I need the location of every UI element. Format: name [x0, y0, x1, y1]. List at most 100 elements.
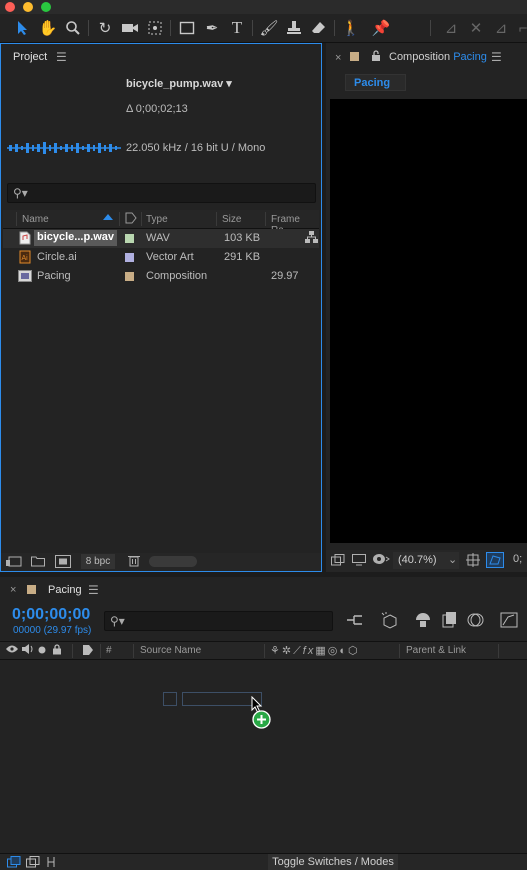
size-column-header[interactable]: Size: [222, 214, 241, 225]
window-title-bar: [0, 0, 527, 14]
magnification-ratio-dropdown[interactable]: (40.7%) ⌄: [393, 552, 459, 569]
brush-tool-icon[interactable]: 🖌: [258, 17, 280, 39]
parent-link-header[interactable]: Parent & Link: [406, 645, 466, 656]
project-item-row[interactable]: Ai Circle.ai Vector Art 291 KB: [3, 248, 319, 267]
zoom-window-button[interactable]: [41, 2, 51, 12]
selected-file-duration: Δ 0;00;02;13: [126, 103, 188, 115]
label-color-swatch[interactable]: [125, 272, 134, 281]
snapping-icon[interactable]: ⌐: [512, 17, 527, 39]
sort-ascending-icon[interactable]: [103, 214, 113, 220]
thumbnail-size-slider[interactable]: [149, 556, 197, 567]
current-time-display[interactable]: 0;00;00;00: [12, 606, 90, 624]
project-item-size: 291 KB: [224, 251, 261, 263]
lock-icon[interactable]: [371, 50, 381, 62]
transfer-controls-icon[interactable]: [26, 856, 40, 868]
mask-visibility-icon[interactable]: [372, 553, 390, 565]
audio-waveform-thumbnail: [7, 141, 121, 155]
roto-brush-tool-icon[interactable]: 🚶: [340, 17, 362, 39]
layer-switches-toggle-icon[interactable]: [7, 856, 21, 868]
zoom-tool-icon[interactable]: [62, 17, 84, 39]
shy-layers-icon[interactable]: [414, 612, 432, 628]
project-item-row[interactable]: bicycle...p.wav WAV 103 KB: [3, 229, 319, 248]
label-column-tag-icon[interactable]: [125, 212, 137, 224]
toggle-mask-path-icon[interactable]: [486, 552, 504, 568]
project-panel: [0, 43, 322, 572]
project-color-depth-button[interactable]: 8 bpc: [81, 554, 115, 569]
puppet-pin-tool-icon[interactable]: 📌: [370, 17, 392, 39]
dependency-flowchart-icon[interactable]: [305, 231, 318, 244]
drop-target-placeholder: [163, 692, 177, 706]
in-out-duration-icon[interactable]: [45, 856, 57, 868]
composition-name-tab[interactable]: Pacing: [345, 74, 406, 91]
eraser-tool-icon[interactable]: [308, 17, 330, 39]
grid-guide-icon[interactable]: [466, 553, 480, 567]
close-timeline-tab-icon[interactable]: ×: [10, 584, 16, 596]
add-badge-icon: [252, 710, 271, 729]
type-tool-icon[interactable]: T: [226, 17, 248, 39]
axis-world-icon[interactable]: ✕: [465, 17, 487, 39]
delete-trash-icon[interactable]: [128, 554, 140, 567]
project-tab-label[interactable]: Project: [13, 51, 47, 63]
project-item-row[interactable]: Pacing Composition 29.97: [3, 267, 319, 286]
motion-blur-icon[interactable]: [467, 612, 485, 628]
tools-toolbar: ✋ ↻ ✒ T 🖌 🚶 📌 ⊿ ✕ ⊿ ⌐: [0, 14, 527, 43]
axis-local-icon[interactable]: ⊿: [440, 17, 462, 39]
camera-tool-icon[interactable]: [119, 17, 141, 39]
clone-stamp-tool-icon[interactable]: [283, 17, 305, 39]
timeline-panel-menu-icon[interactable]: ☰: [88, 583, 99, 597]
project-item-name[interactable]: bicycle...p.wav: [34, 230, 117, 246]
layer-number-header[interactable]: #: [106, 645, 112, 656]
solo-dot-icon[interactable]: [38, 646, 46, 654]
source-name-header[interactable]: Source Name: [140, 645, 201, 656]
composition-bottom-bar: (40.7%) ⌄ 0;: [326, 550, 527, 572]
frame-count-display: 00000 (29.97 fps): [13, 625, 92, 636]
illustrator-file-icon: Ai: [19, 250, 31, 264]
hand-tool-icon[interactable]: ✋: [37, 17, 59, 39]
type-column-header[interactable]: Type: [146, 214, 168, 225]
draft-3d-icon[interactable]: [380, 611, 400, 629]
graph-editor-icon[interactable]: [500, 611, 518, 629]
project-search-input[interactable]: ⚲▾: [7, 183, 316, 203]
close-tab-icon[interactable]: ×: [335, 52, 341, 64]
new-composition-icon[interactable]: [55, 555, 71, 568]
composition-panel-title[interactable]: Composition Pacing: [389, 51, 487, 63]
frame-blending-icon[interactable]: [441, 611, 459, 629]
composition-panel-menu-icon[interactable]: ☰: [491, 50, 502, 64]
pan-behind-tool-icon[interactable]: [144, 17, 166, 39]
toggle-switches-modes-button[interactable]: Toggle Switches / Modes: [268, 854, 398, 870]
project-item-frame-rate: 29.97: [271, 270, 299, 282]
rotation-tool-icon[interactable]: ↻: [94, 17, 116, 39]
interpret-footage-icon[interactable]: [6, 555, 22, 568]
label-color-swatch[interactable]: [125, 253, 134, 262]
composition-viewer[interactable]: [330, 99, 527, 543]
monitor-icon[interactable]: [352, 554, 366, 566]
selection-tool-icon[interactable]: [12, 17, 34, 39]
pen-tool-icon[interactable]: ✒: [201, 17, 223, 39]
minimize-window-button[interactable]: [23, 2, 33, 12]
project-panel-menu-icon[interactable]: ☰: [56, 50, 67, 64]
project-column-header: Name Type Size Frame Ra...: [3, 210, 319, 236]
name-column-header[interactable]: Name: [22, 214, 49, 225]
always-preview-icon[interactable]: [331, 554, 345, 566]
audio-speaker-icon[interactable]: [22, 644, 34, 654]
selected-file-name[interactable]: bicycle_pump.wav ▾: [126, 77, 232, 90]
project-item-type: Composition: [146, 270, 208, 282]
layer-switches-icons[interactable]: ⚘✲⟋fx▦◎◐⬡: [270, 644, 360, 658]
timeline-label-swatch: [27, 585, 36, 594]
close-window-button[interactable]: [5, 2, 15, 12]
label-color-swatch[interactable]: [125, 234, 134, 243]
search-icon: ⚲▾: [110, 614, 125, 628]
axis-view-icon[interactable]: ⊿: [490, 17, 512, 39]
new-folder-icon[interactable]: [31, 555, 45, 567]
composition-flowchart-icon[interactable]: [346, 612, 364, 628]
project-item-name[interactable]: Circle.ai: [37, 251, 77, 263]
timeline-tab-label[interactable]: Pacing: [48, 584, 82, 596]
current-time-partial[interactable]: 0;: [513, 553, 522, 565]
label-tag-icon[interactable]: [82, 644, 94, 656]
lock-icon[interactable]: [52, 644, 62, 655]
project-item-name[interactable]: Pacing: [37, 270, 71, 282]
timeline-search-input[interactable]: ⚲▾: [104, 611, 333, 631]
video-eye-icon[interactable]: [6, 644, 18, 654]
rectangle-tool-icon[interactable]: [176, 17, 198, 39]
timeline-column-header: # Source Name ⚘✲⟋fx▦◎◐⬡ Parent & Link: [0, 641, 527, 660]
